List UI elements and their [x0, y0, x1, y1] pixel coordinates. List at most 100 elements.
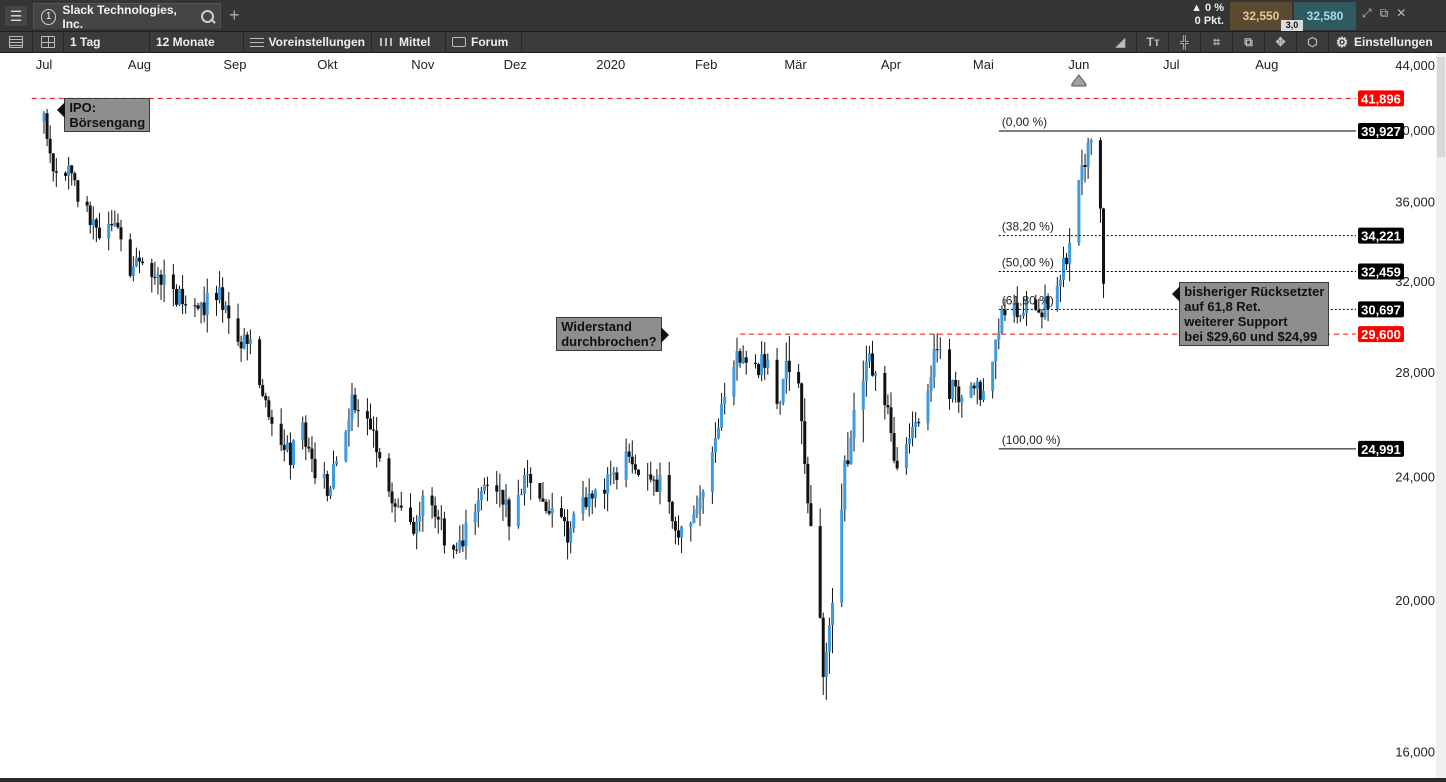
- candle-body-down: [846, 460, 850, 465]
- candle-body-down: [193, 305, 197, 307]
- copy-tool[interactable]: ⧉: [1233, 32, 1265, 52]
- candle-body-down: [636, 469, 640, 475]
- candle: [581, 480, 585, 521]
- price-badge: 29,600: [1358, 326, 1404, 343]
- ask-price-button[interactable]: 32,580: [1294, 2, 1356, 30]
- range-label: 12 Monate: [156, 35, 215, 49]
- candle: [670, 500, 674, 529]
- annotation-note[interactable]: IPO: Börsengang: [57, 98, 151, 133]
- candle: [162, 259, 166, 303]
- candle: [800, 382, 804, 445]
- candle: [806, 456, 810, 514]
- search-icon[interactable]: [200, 9, 215, 24]
- candle: [784, 342, 788, 394]
- candle: [504, 484, 508, 518]
- text-tool[interactable]: Tᴛ: [1137, 32, 1169, 52]
- candle: [479, 486, 483, 511]
- candle-body-down: [1065, 257, 1069, 265]
- candle-body-up: [178, 288, 182, 305]
- candle-body-down: [871, 353, 875, 376]
- candle: [1058, 274, 1062, 303]
- candle-body-down: [184, 304, 188, 306]
- candle-body-up: [932, 349, 936, 378]
- candle: [981, 378, 985, 403]
- presets-button[interactable]: Voreinstellungen: [244, 32, 372, 52]
- chart-style-button[interactable]: Mittel: [372, 32, 446, 52]
- candle: [153, 261, 157, 285]
- candle-body-up: [781, 379, 785, 403]
- candle-body-up: [67, 165, 71, 176]
- candle-body-down: [957, 386, 961, 403]
- candle-body-up: [926, 391, 930, 424]
- candle-body-up: [242, 334, 246, 349]
- candle-body-up: [1021, 312, 1025, 316]
- candle-body-up: [698, 497, 702, 510]
- candle-body-up: [735, 351, 739, 367]
- candle: [809, 485, 813, 527]
- candle: [713, 422, 717, 463]
- maximize-icon[interactable]: ⤢: [1362, 6, 1372, 21]
- candle-body-down: [917, 421, 921, 424]
- current-day-marker[interactable]: [1071, 74, 1087, 87]
- candle: [550, 492, 554, 528]
- candle-body-down: [264, 395, 268, 401]
- candle-body-up: [606, 474, 610, 494]
- chart-area[interactable]: Jul Aug Sep Okt Nov Dez 2020 Feb Mär Apr Mai Jun Jul…: [0, 53, 1446, 778]
- candle: [507, 497, 511, 541]
- scrollbar-track[interactable]: [1436, 53, 1446, 778]
- candle: [1089, 138, 1093, 155]
- candle-body-down: [652, 479, 656, 481]
- annotation-note[interactable]: bisheriger Rücksetzter auf 61,8 Ret. weite…: [1172, 281, 1330, 346]
- eraser-tool[interactable]: ⬡: [1297, 32, 1329, 52]
- candle: [781, 378, 785, 406]
- list-icon: [9, 36, 23, 48]
- detach-icon[interactable]: ⧉: [1380, 6, 1389, 21]
- indicator-icon: ⌗: [1213, 35, 1220, 49]
- annotation-note[interactable]: Widerstand durchbrochen?: [556, 317, 669, 352]
- close-icon[interactable]: ✕: [1396, 6, 1406, 21]
- candle: [184, 295, 188, 314]
- sliders-icon: [250, 36, 264, 48]
- indicator-tool[interactable]: ⌗: [1201, 32, 1233, 52]
- candle: [214, 285, 218, 316]
- forum-button[interactable]: Forum: [446, 32, 522, 52]
- instrument-tab[interactable]: 1 Slack Technologies, Inc.: [33, 3, 221, 31]
- candle-body-up: [504, 499, 508, 505]
- candle-body-down: [202, 302, 206, 316]
- candle: [563, 509, 567, 537]
- candle: [929, 365, 933, 402]
- pin-tool[interactable]: ✥: [1265, 32, 1297, 52]
- candle: [1018, 314, 1022, 323]
- plus-icon[interactable]: +: [229, 5, 240, 26]
- settings-button[interactable]: ⚙ Einstellungen: [1329, 32, 1446, 52]
- candle-body-down: [372, 429, 376, 431]
- candle-body-up: [827, 625, 831, 652]
- candle-body-up: [205, 292, 209, 316]
- price-chart[interactable]: Jul Aug Sep Okt Nov Dez 2020 Feb Mär Apr Mai Jun Jul…: [0, 53, 1446, 778]
- candle-body-down: [116, 222, 120, 228]
- candle-body-up: [646, 474, 650, 476]
- range-select[interactable]: 12 Monate: [150, 32, 244, 52]
- scrollbar-thumb[interactable]: [1437, 57, 1445, 157]
- candle-body-down: [889, 407, 893, 434]
- candle-body-up: [1068, 243, 1072, 265]
- candle-body-down: [547, 510, 551, 514]
- candle-body-down: [757, 364, 761, 376]
- hamburger-menu-icon[interactable]: ☰: [5, 6, 27, 26]
- annotation-line: Widerstand: [561, 319, 632, 335]
- candle: [972, 382, 976, 396]
- layout-button[interactable]: [33, 32, 64, 52]
- candle: [110, 209, 114, 232]
- candle: [378, 447, 382, 463]
- candle-body-down: [270, 417, 274, 424]
- candle-body-up: [760, 354, 764, 376]
- draw-line-tool[interactable]: ◢: [1105, 32, 1137, 52]
- candle-body-up: [347, 419, 351, 432]
- interval-select[interactable]: 1 Tag: [64, 32, 150, 52]
- crosshair-tool[interactable]: ╬: [1169, 32, 1201, 52]
- candle: [150, 258, 154, 293]
- candle-body-down: [54, 171, 58, 173]
- list-view-button[interactable]: [0, 32, 33, 52]
- candle: [569, 521, 573, 554]
- candle: [171, 264, 175, 307]
